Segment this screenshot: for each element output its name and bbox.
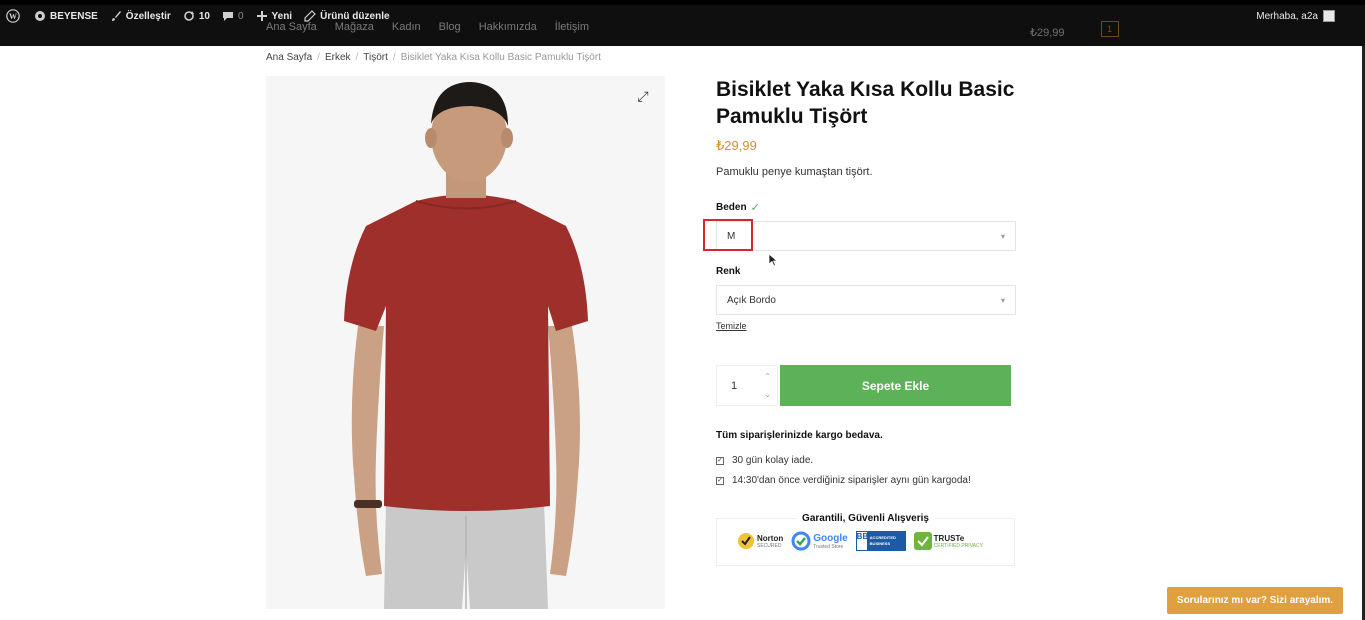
norton-check-icon bbox=[738, 533, 754, 549]
mouse-cursor-icon bbox=[769, 254, 778, 267]
dashboard-icon bbox=[35, 11, 45, 21]
nav-item[interactable]: İletişim bbox=[555, 21, 589, 33]
annotation-highlight-box bbox=[703, 219, 753, 251]
truste-badge: TRUSTe CERTIFIED PRIVACY bbox=[913, 532, 983, 550]
nav-item[interactable]: Hakkımızda bbox=[479, 21, 537, 33]
feature-item: ✓ 14:30'dan önce verdiğiniz siparişler a… bbox=[716, 475, 971, 486]
checkbox-icon: ✓ bbox=[716, 456, 724, 465]
feature-text: 30 gün kolay iade. bbox=[732, 455, 814, 466]
trust-title-text: Garantili, Güvenli Alışveriş bbox=[796, 513, 935, 524]
nav-cart[interactable]: ₺29,99 1 bbox=[1030, 18, 1119, 39]
site-name-link[interactable]: BEYENSE bbox=[34, 10, 98, 22]
brush-icon bbox=[111, 11, 121, 21]
size-label: Beden ✓ bbox=[716, 201, 760, 214]
new-label: Yeni bbox=[271, 10, 293, 22]
size-select[interactable]: M ▾ bbox=[716, 221, 1016, 251]
callback-request-button[interactable]: Sorularınız mı var? Sizi arayalım. bbox=[1167, 587, 1343, 614]
truste-check-icon bbox=[913, 532, 932, 550]
cart-count-badge: 1 bbox=[1100, 20, 1119, 37]
feature-text: 14:30'dan önce verdiğiniz siparişler ayn… bbox=[732, 475, 971, 486]
add-to-cart-button[interactable]: Sepete Ekle bbox=[780, 365, 1011, 406]
plus-icon bbox=[256, 11, 267, 21]
chevron-down-icon: ▾ bbox=[1000, 296, 1005, 305]
avatar bbox=[1323, 10, 1335, 22]
comments-count: 0 bbox=[237, 10, 244, 22]
trust-title: Garantili, Güvenli Alışveriş bbox=[717, 513, 1014, 524]
updates-link[interactable]: 10 bbox=[183, 10, 210, 22]
customize-label: Özelleştir bbox=[125, 10, 171, 22]
svg-text:W: W bbox=[9, 12, 17, 21]
breadcrumb-separator: / bbox=[317, 52, 320, 63]
chevron-up-icon[interactable]: ⌃ bbox=[764, 372, 771, 381]
customize-link[interactable]: Özelleştir bbox=[110, 10, 171, 22]
quantity-stepper[interactable]: 1 ⌃ ⌄ bbox=[716, 365, 778, 406]
breadcrumb-erkek[interactable]: Erkek bbox=[325, 52, 351, 63]
bbb-name: BBB bbox=[855, 531, 874, 551]
wordpress-logo-icon[interactable]: W bbox=[6, 9, 24, 23]
color-label: Renk bbox=[716, 266, 740, 277]
norton-name: Norton bbox=[757, 533, 784, 543]
product-title: Bisiklet Yaka Kısa Kollu Basic Pamuklu T… bbox=[716, 78, 1015, 128]
product-price: ₺29,99 bbox=[716, 138, 757, 153]
size-label-text: Beden bbox=[716, 202, 747, 213]
nav-cart-total: ₺29,99 bbox=[1030, 27, 1065, 39]
checkbox-icon: ✓ bbox=[716, 476, 724, 485]
updates-count: 10 bbox=[198, 10, 210, 22]
my-account-link[interactable]: Merhaba, a2a bbox=[1256, 7, 1335, 25]
breadcrumb-separator: / bbox=[392, 52, 396, 63]
clear-variations-link[interactable]: Temizle bbox=[716, 321, 747, 331]
google-name: Google bbox=[813, 532, 848, 544]
pencil-icon bbox=[304, 10, 316, 22]
breadcrumb-tisort[interactable]: Tişört bbox=[363, 52, 388, 63]
google-check-icon bbox=[791, 531, 811, 551]
chevron-down-icon: ▾ bbox=[1000, 232, 1005, 241]
check-icon: ✓ bbox=[750, 202, 760, 214]
admin-bar-left: W BEYENSE Özelleştir 10 0 Yeni Ürünü düz… bbox=[0, 7, 402, 25]
new-content-link[interactable]: Yeni bbox=[256, 10, 293, 22]
breadcrumb-home[interactable]: Ana Sayfa bbox=[266, 52, 312, 63]
google-badge: Google Trusted Store bbox=[791, 531, 848, 551]
greeting: Merhaba, a2a bbox=[1256, 10, 1318, 22]
chevron-down-icon[interactable]: ⌄ bbox=[764, 390, 771, 399]
quantity-value: 1 bbox=[731, 379, 738, 392]
comments-link[interactable]: 0 bbox=[222, 10, 244, 22]
product-image bbox=[266, 76, 665, 609]
product-summary: Bisiklet Yaka Kısa Kollu Basic Pamuklu T… bbox=[716, 76, 1016, 178]
breadcrumb: Ana Sayfa / Erkek / Tişört / Bisiklet Ya… bbox=[266, 52, 601, 63]
color-select[interactable]: Açık Bordo ▾ bbox=[716, 285, 1016, 315]
color-select-value: Açık Bordo bbox=[727, 294, 776, 306]
bbb-badge: BBB ACCREDITED BUSINESS bbox=[855, 531, 906, 551]
norton-sub: SECURED bbox=[757, 542, 782, 549]
trust-badges-box: Garantili, Güvenli Alışveriş Norton SECU… bbox=[716, 513, 1015, 566]
breadcrumb-separator: / bbox=[355, 52, 359, 63]
breadcrumb-current: Bisiklet Yaka Kısa Kollu Basic Pamuklu T… bbox=[400, 52, 601, 63]
comment-icon bbox=[222, 12, 233, 21]
add-to-cart-form: 1 ⌃ ⌄ Sepete Ekle bbox=[716, 365, 1011, 406]
updates-icon bbox=[184, 11, 194, 21]
window-frame bbox=[0, 0, 1365, 5]
truste-sub: CERTIFIED PRIVACY bbox=[933, 542, 983, 549]
color-label-text: Renk bbox=[716, 266, 741, 277]
site-name: BEYENSE bbox=[50, 10, 98, 22]
edit-product-label: Ürünü düzenle bbox=[320, 10, 390, 22]
google-sub: Trusted Store bbox=[813, 543, 844, 550]
bbb-sub: ACCREDITED BUSINESS bbox=[867, 531, 906, 551]
nav-item[interactable]: Blog bbox=[439, 21, 461, 33]
free-shipping-note: Tüm siparişlerinizde kargo bedava. bbox=[716, 430, 883, 441]
truste-name: TRUSTe bbox=[933, 533, 965, 543]
admin-bar: Ana Sayfa Mağaza Kadın Blog Hakkımızda İ… bbox=[0, 0, 1365, 46]
product-gallery[interactable]: ⤢ bbox=[266, 76, 665, 609]
badges-row: Norton SECURED Google Trusted Store BBB … bbox=[737, 531, 991, 551]
product-short-description: Pamuklu penye kumaştan tişört. bbox=[716, 166, 873, 178]
zoom-icon[interactable]: ⤢ bbox=[635, 88, 651, 104]
feature-item: ✓ 30 gün kolay iade. bbox=[716, 455, 813, 466]
edit-product-link[interactable]: Ürünü düzenle bbox=[304, 10, 390, 22]
norton-badge: Norton SECURED bbox=[737, 532, 783, 550]
